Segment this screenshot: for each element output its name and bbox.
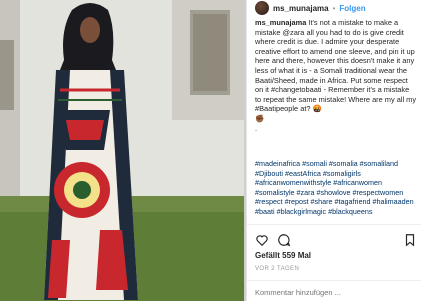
post-timestamp: VOR 2 TAGEN [255,266,300,272]
caption-username[interactable]: ms_munajama [255,18,306,27]
caption-dot: . [255,123,258,133]
bookmark-icon[interactable] [403,233,417,247]
speech-bubble-icon[interactable] [277,233,291,247]
post-hashtags[interactable]: #madeinafrica #somali #somalia #somalila… [255,159,417,217]
follow-button[interactable]: Folgen [339,4,365,13]
avatar[interactable] [255,1,269,15]
separator-dot: • [332,3,336,13]
post-caption: ms_munajama It's not a mistake to make a… [255,18,417,133]
heart-icon[interactable] [255,233,269,247]
divider [247,224,421,225]
post-header: ms_munajama • Folgen [247,0,421,16]
like-count[interactable]: Gefällt 559 Mal [255,251,311,260]
post-details-panel: ms_munajama • Folgen ms_munajama It's no… [246,0,421,301]
post-username[interactable]: ms_munajama [273,4,329,13]
post-actions [255,233,417,247]
caption-emoji: ✊🏾 [255,113,265,123]
divider [247,280,421,281]
photo-illustration [0,0,246,301]
post-photo [0,0,246,301]
comment-input[interactable] [255,286,417,298]
caption-text: It's not a mistake to make a mistake @za… [255,18,417,114]
